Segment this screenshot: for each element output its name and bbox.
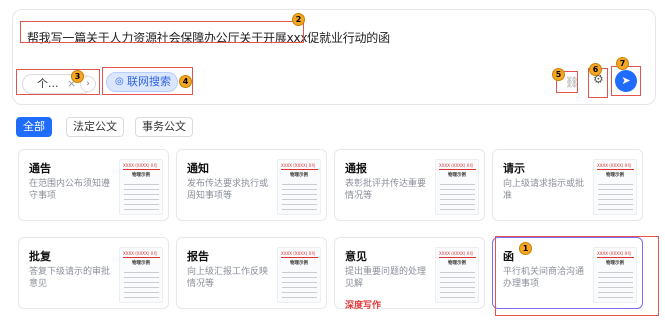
thumbnail-line	[124, 209, 159, 210]
thumbnail-line	[124, 204, 159, 205]
thumbnail-line	[282, 277, 317, 278]
thumbnail-line	[282, 292, 317, 293]
thumbnail-line	[282, 272, 317, 273]
thumbnail-line	[598, 199, 633, 200]
template-card[interactable]: 批复答复下级请示的审批意见 XXXX (XXXX) X号 物理示例	[18, 237, 169, 309]
thumbnail-line	[124, 277, 159, 278]
thumbnail-subtitle: 物理示例	[448, 173, 466, 178]
thumbnail-line	[440, 189, 475, 190]
thumbnail-line	[598, 204, 633, 205]
template-thumbnail: XXXX (XXXX) X号 物理示例	[593, 159, 637, 215]
marker-5: 5	[552, 68, 565, 81]
thumbnail-line	[282, 194, 317, 195]
thumbnail-line	[440, 297, 475, 298]
card-title: 请示	[503, 162, 525, 175]
card-tag: 深度写作	[345, 301, 382, 311]
marker-7: 7	[616, 57, 629, 70]
template-thumbnail: XXXX (XXXX) X号 物理示例	[119, 247, 163, 303]
thumbnail-line	[282, 189, 317, 190]
template-card[interactable]: 请示向上级请求指示或批准 XXXX (XXXX) X号 物理示例	[492, 149, 643, 221]
template-thumbnail: XXXX (XXXX) X号 物理示例	[277, 159, 321, 215]
thumbnail-line	[440, 199, 475, 200]
thumbnail-subtitle: 物理示例	[290, 261, 308, 266]
thumbnail-line	[124, 297, 159, 298]
thumbnail-line	[440, 287, 475, 288]
send-highlight	[611, 66, 641, 96]
thumbnail-rule	[123, 257, 160, 258]
marker-4: 4	[179, 75, 192, 88]
thumbnail-subtitle: 物理示例	[132, 173, 150, 178]
template-card[interactable]: 通知发布传达要求执行或周知事项等 XXXX (XXXX) X号 物理示例	[176, 149, 327, 221]
card-description: 向上级请求指示或批准	[503, 179, 585, 201]
template-thumbnail: XXXX (XXXX) X号 物理示例	[435, 247, 479, 303]
card-description: 提出重要问题的处理见解	[345, 267, 427, 289]
tab-statutory[interactable]: 法定公文	[66, 117, 124, 137]
thumbnail-line	[440, 277, 475, 278]
card-title: 批复	[29, 250, 51, 263]
thumbnail-rule	[123, 169, 160, 170]
thumbnail-line	[124, 292, 159, 293]
thumbnail-line	[124, 282, 159, 283]
thumbnail-line	[124, 272, 159, 273]
thumbnail-line	[282, 287, 317, 288]
marker-2: 2	[292, 13, 305, 26]
thumbnail-line	[440, 272, 475, 273]
tab-administrative[interactable]: 事务公文	[135, 117, 193, 137]
thumbnail-line	[282, 297, 317, 298]
card-description: 向上级汇报工作反映情况等	[187, 267, 269, 289]
doc-chip-highlight	[16, 69, 100, 95]
template-card[interactable]: 通告在范围内公布须知遵守事项 XXXX (XXXX) X号 物理示例	[18, 149, 169, 221]
thumbnail-line	[440, 282, 475, 283]
thumbnail-rule	[281, 169, 318, 170]
thumbnail-subtitle: 物理示例	[290, 173, 308, 178]
thumbnail-line	[598, 194, 633, 195]
thumbnail-line	[124, 287, 159, 288]
thumbnail-line	[598, 209, 633, 210]
template-card[interactable]: 报告向上级汇报工作反映情况等 XXXX (XXXX) X号 物理示例	[176, 237, 327, 309]
thumbnail-line	[282, 199, 317, 200]
thumbnail-line	[124, 194, 159, 195]
thumbnail-line	[282, 204, 317, 205]
marker-3: 3	[71, 70, 84, 83]
card-description: 答复下级请示的审批意见	[29, 267, 111, 289]
thumbnail-line	[282, 209, 317, 210]
thumbnail-rule	[439, 169, 476, 170]
prompt-highlight	[20, 21, 304, 43]
thumbnail-line	[282, 184, 317, 185]
thumbnail-line	[598, 184, 633, 185]
thumbnail-line	[124, 184, 159, 185]
card-description: 在范围内公布须知遵守事项	[29, 179, 111, 201]
template-thumbnail: XXXX (XXXX) X号 物理示例	[119, 159, 163, 215]
card-title: 通报	[345, 162, 367, 175]
tab-all[interactable]: 全部	[16, 117, 52, 137]
thumbnail-line	[282, 282, 317, 283]
thumbnail-line	[124, 199, 159, 200]
marker-6: 6	[589, 63, 602, 76]
thumbnail-subtitle: 物理示例	[606, 173, 624, 178]
template-thumbnail: XXXX (XXXX) X号 物理示例	[435, 159, 479, 215]
thumbnail-line	[440, 292, 475, 293]
thumbnail-line	[598, 189, 633, 190]
template-card[interactable]: 意见提出重要问题的处理见解深度写作 XXXX (XXXX) X号 物理示例	[334, 237, 485, 311]
marker-1: 1	[519, 242, 532, 255]
thumbnail-subtitle: 物理示例	[132, 261, 150, 266]
card-title: 意见	[345, 250, 367, 263]
template-thumbnail: XXXX (XXXX) X号 物理示例	[277, 247, 321, 303]
thumbnail-line	[440, 194, 475, 195]
thumbnail-rule	[281, 257, 318, 258]
thumbnail-line	[124, 189, 159, 190]
template-card[interactable]: 通报表彰批评并传达重要情况等 XXXX (XXXX) X号 物理示例	[334, 149, 485, 221]
card-title: 报告	[187, 250, 209, 263]
thumbnail-line	[440, 204, 475, 205]
thumbnail-line	[440, 209, 475, 210]
card-description: 表彰批评并传达重要情况等	[345, 179, 427, 201]
thumbnail-rule	[597, 169, 634, 170]
thumbnail-line	[440, 184, 475, 185]
card-description: 发布传达要求执行或周知事项等	[187, 179, 269, 201]
thumbnail-subtitle: 物理示例	[448, 261, 466, 266]
card-title: 通告	[29, 162, 51, 175]
thumbnail-rule	[439, 257, 476, 258]
card-title: 通知	[187, 162, 209, 175]
